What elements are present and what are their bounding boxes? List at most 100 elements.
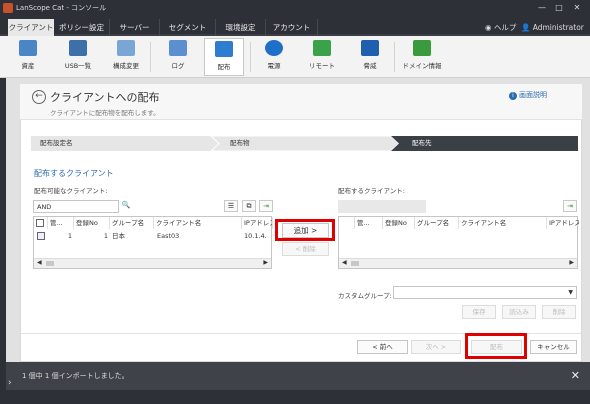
toolbar-log-button[interactable]: ログ — [158, 38, 198, 76]
scroll-right-icon[interactable]: ▶ — [569, 259, 574, 266]
column-header[interactable]: クライアント名 — [459, 217, 547, 229]
toolbar-domain-button[interactable]: ドメイン情報 — [400, 38, 444, 76]
remove-button[interactable]: < 削除 — [282, 242, 329, 256]
domain-icon — [413, 40, 431, 56]
step-3-target: 配布先 — [412, 139, 432, 147]
toolbar-label: 脅威 — [363, 62, 377, 70]
toolbar-label: ログ — [171, 62, 185, 70]
shield-icon — [361, 40, 379, 56]
column-header[interactable]: 管... — [355, 217, 383, 229]
toolbar-power-button[interactable]: 電源 — [254, 38, 294, 76]
column-header[interactable]: クライアント名 — [154, 217, 242, 229]
column-header[interactable]: IPアドレス — [242, 217, 273, 229]
scroll-left-icon[interactable]: ◀ — [342, 259, 347, 266]
toolbar-threat-button[interactable]: 脅威 — [350, 38, 390, 76]
horizontal-scrollbar[interactable]: ◀ ▶ — [34, 258, 271, 268]
screen-help-label: 画面説明 — [519, 91, 547, 99]
tab-server[interactable]: サーバー — [110, 19, 160, 36]
column-header[interactable]: 管... — [48, 217, 74, 229]
user-menu[interactable]: 👤 Administrator — [521, 19, 584, 36]
minimize-button[interactable]: — — [535, 2, 549, 13]
toolbar-usb-button[interactable]: USB一覧 — [58, 38, 98, 76]
step-2-content: 配布物 — [230, 139, 250, 147]
screen-help-link[interactable]: i 画面説明 — [509, 90, 547, 100]
scroll-right-icon[interactable]: ▶ — [263, 259, 268, 266]
help-menu[interactable]: ◉ ヘルプ — [485, 19, 516, 36]
toolbar-label: 配布 — [217, 63, 231, 71]
next-button[interactable]: 次へ > — [411, 340, 461, 354]
tab-account[interactable]: アカウント — [266, 19, 318, 36]
close-button[interactable]: ✕ — [570, 2, 584, 13]
save-button[interactable]: 保存 — [462, 305, 496, 319]
load-button[interactable]: 読込み — [502, 305, 536, 319]
chevron-down-icon: ▼ — [568, 289, 573, 296]
export-icon[interactable]: ⇥ — [259, 200, 273, 212]
target-search-input[interactable] — [338, 200, 426, 213]
help-icon: ◉ — [485, 23, 492, 32]
column-header[interactable]: グループ名 — [110, 217, 154, 229]
toolbar-label: リモート — [309, 62, 335, 70]
highlight-add — [275, 219, 335, 241]
delete-button[interactable]: 削除 — [542, 305, 576, 319]
expand-panel-icon[interactable]: › — [8, 378, 12, 388]
bottom-bar — [0, 390, 590, 404]
help-label: ヘルプ — [493, 23, 517, 32]
section-title: 配布するクライアント — [34, 169, 114, 178]
table-cell: East03 — [157, 232, 180, 240]
tab-segment[interactable]: セグメント — [160, 19, 216, 36]
search-input[interactable]: AND — [33, 200, 119, 213]
available-clients-label: 配布可能なクライアント: — [34, 187, 108, 195]
custom-group-label: カスタムグループ: — [338, 292, 392, 300]
window-title: LanScope Cat - コンソール — [16, 4, 107, 12]
toolbar: 資産 USB一覧 構成変更 ログ 配布 電源 リモート 脅威 ドメイン情報 — [0, 36, 590, 78]
toolbar-label: 構成変更 — [113, 62, 139, 70]
list-view-icon[interactable]: ☰ — [224, 200, 238, 212]
table-cell: 1 — [103, 232, 108, 240]
maximize-button[interactable]: □ — [552, 2, 566, 13]
remote-icon — [313, 40, 331, 56]
toolbar-distribute-button[interactable]: 配布 — [204, 38, 244, 76]
tab-client[interactable]: クライアント — [8, 19, 54, 36]
column-header[interactable]: IPアドレス — [547, 217, 579, 229]
column-header[interactable]: 登録No — [74, 217, 110, 229]
tab-environment[interactable]: 環境設定 — [216, 19, 266, 36]
user-icon: 👤 — [521, 23, 531, 32]
user-label: Administrator — [532, 23, 584, 32]
toolbar-label: 資産 — [21, 62, 35, 70]
group-icon[interactable]: ⧉ — [242, 200, 256, 212]
prev-button[interactable]: < 前へ — [357, 340, 408, 354]
page-subtitle: クライアントに配布物を配布します。 — [50, 109, 160, 117]
toolbar-config-button[interactable]: 構成変更 — [106, 38, 146, 76]
scroll-thumb[interactable] — [46, 261, 54, 266]
toolbar-remote-button[interactable]: リモート — [302, 38, 342, 76]
asset-icon — [19, 40, 37, 56]
toolbar-label: ドメイン情報 — [402, 62, 442, 70]
table-cell: 日本 — [112, 232, 125, 240]
checkbox-checked-icon — [37, 232, 45, 240]
select-all-checkbox[interactable] — [34, 217, 48, 229]
column-header[interactable]: グループ名 — [415, 217, 459, 229]
target-clients-grid: 管... 登録No グループ名 クライアント名 IPアドレス ◀ ▶ — [338, 216, 579, 269]
info-icon: i — [509, 92, 517, 100]
row-checkbox[interactable] — [37, 230, 47, 242]
custom-group-select[interactable]: ▼ — [393, 286, 577, 299]
app-logo-icon — [3, 3, 13, 13]
column-header — [339, 217, 355, 229]
horizontal-scrollbar[interactable]: ◀ ▶ — [339, 258, 577, 268]
table-cell: 1 — [67, 232, 72, 240]
cancel-button[interactable]: キャンセル — [530, 340, 577, 354]
close-status-icon[interactable]: ✕ — [571, 362, 580, 390]
toolbar-separator — [150, 42, 151, 72]
tab-policy[interactable]: ポリシー設定 — [54, 19, 110, 36]
column-header[interactable]: 登録No — [383, 217, 415, 229]
window-titlebar: LanScope Cat - コンソール — □ ✕ — [0, 0, 590, 16]
step-1-name: 配布設定名 — [40, 139, 73, 147]
scroll-left-icon[interactable]: ◀ — [37, 259, 42, 266]
search-icon[interactable]: 🔍 — [119, 200, 133, 212]
back-arrow-icon[interactable]: ← — [32, 90, 46, 104]
table-row[interactable]: 1 1 日本 East03 10.1.4. — [34, 230, 271, 242]
export-icon[interactable]: ⇥ — [563, 200, 577, 212]
status-message: 1 個中 1 個インポートしました。 — [22, 372, 129, 380]
scroll-thumb[interactable] — [351, 261, 359, 266]
toolbar-asset-button[interactable]: 資産 — [8, 38, 48, 76]
